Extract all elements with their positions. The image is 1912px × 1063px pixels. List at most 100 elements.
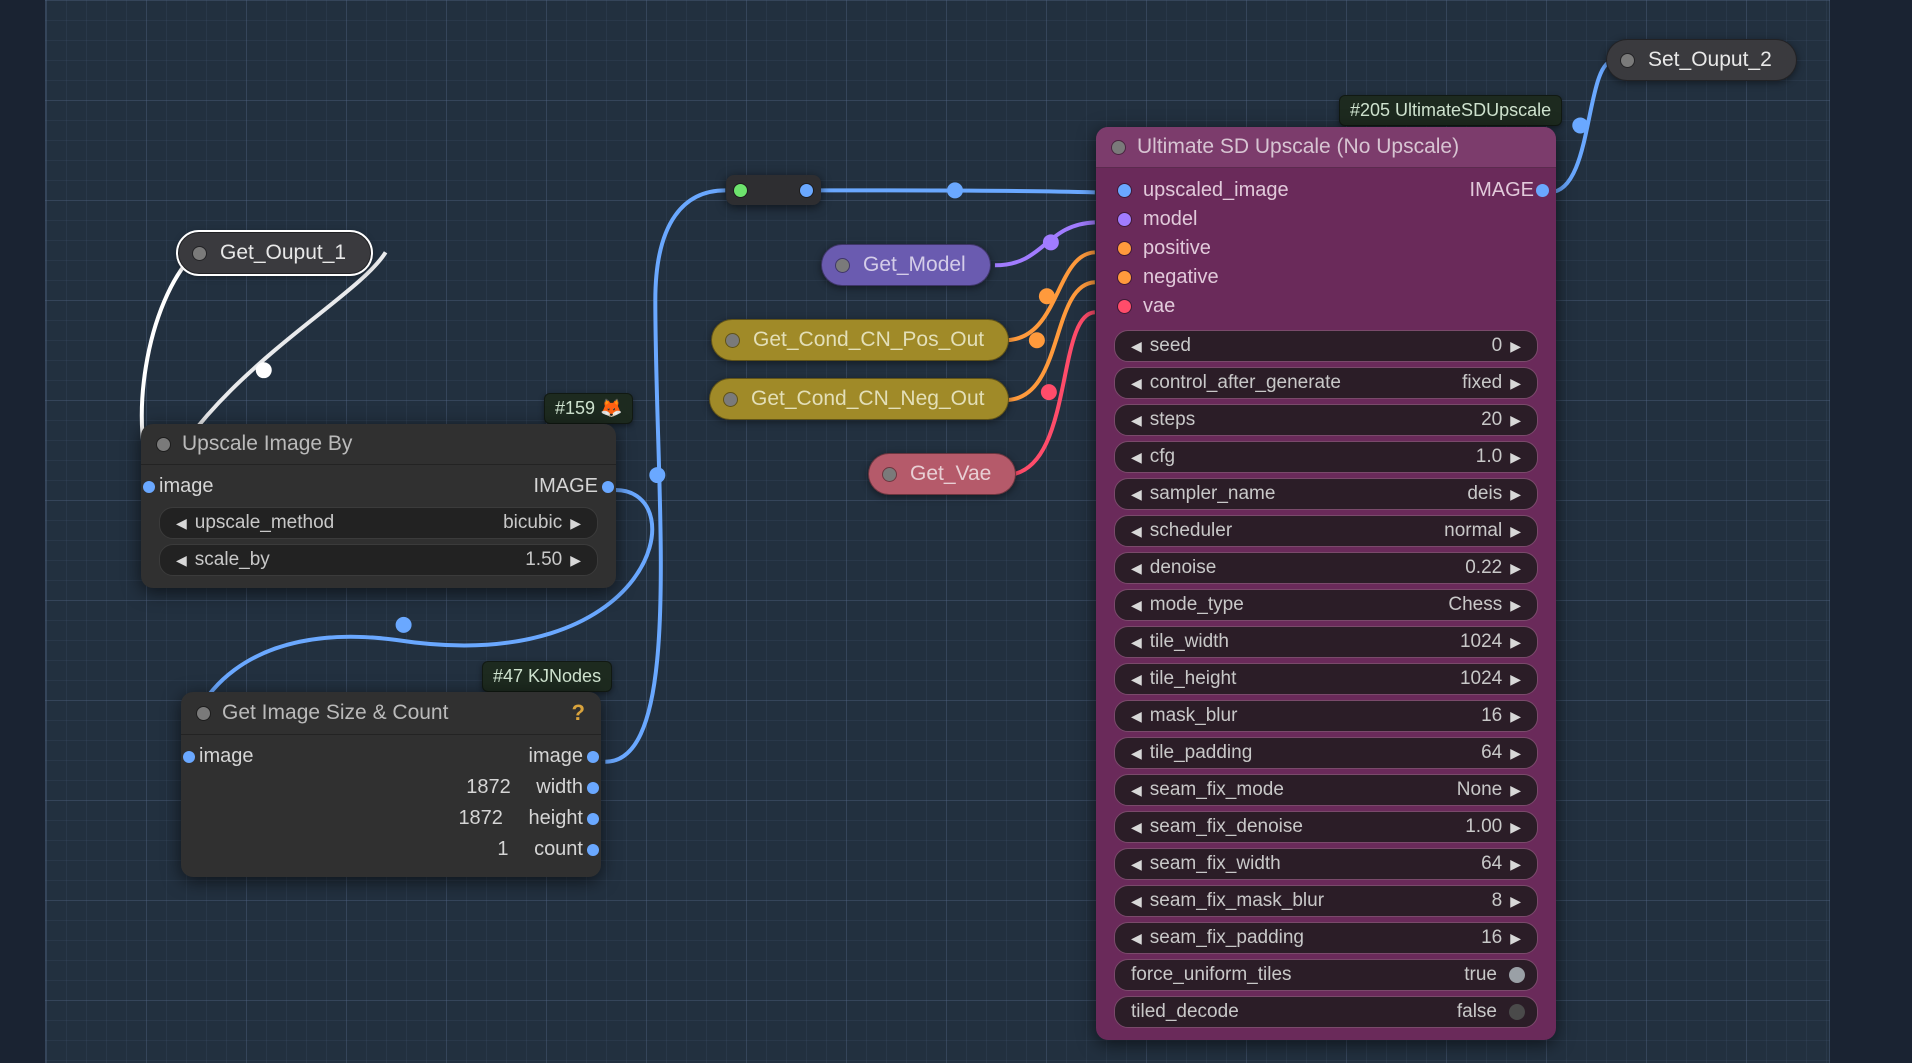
widget-value: 1.50 <box>270 549 562 571</box>
arrow-right-icon[interactable]: ▶ <box>1506 412 1525 429</box>
port-icon[interactable] <box>1118 271 1131 284</box>
node-get-image-size[interactable]: Get Image Size & Count ? image image 187… <box>181 692 601 877</box>
node-title-row[interactable]: Ultimate SD Upscale (No Upscale) <box>1096 127 1556 168</box>
widget-seam-fix-denoise[interactable]: ◀seam_fix_denoise1.00▶ <box>1114 811 1538 843</box>
arrow-left-icon[interactable]: ◀ <box>1127 930 1146 947</box>
output-port-icon[interactable] <box>587 751 599 763</box>
widget-steps[interactable]: ◀steps20▶ <box>1114 404 1538 436</box>
widget-denoise[interactable]: ◀denoise0.22▶ <box>1114 552 1538 584</box>
pill-set-output-2[interactable]: Set_Ouput_2 <box>1606 39 1797 81</box>
arrow-right-icon[interactable]: ▶ <box>1506 819 1525 836</box>
widget-seam-fix-width[interactable]: ◀seam_fix_width64▶ <box>1114 848 1538 880</box>
arrow-left-icon[interactable]: ◀ <box>1127 634 1146 651</box>
arrow-left-icon[interactable]: ◀ <box>1127 412 1146 429</box>
arrow-right-icon[interactable]: ▶ <box>1506 523 1525 540</box>
port-icon[interactable] <box>1118 213 1131 226</box>
widget-tile-padding[interactable]: ◀tile_padding64▶ <box>1114 737 1538 769</box>
pill-get-cond-neg[interactable]: Get_Cond_CN_Neg_Out <box>709 378 1009 420</box>
widget-value: false <box>1239 1001 1497 1023</box>
arrow-left-icon[interactable]: ◀ <box>1127 375 1146 392</box>
widget-seam-fix-padding[interactable]: ◀seam_fix_padding16▶ <box>1114 922 1538 954</box>
toggle-icon[interactable] <box>1509 967 1525 983</box>
arrow-left-icon[interactable]: ◀ <box>1127 671 1146 688</box>
pill-get-output-1[interactable]: Get_Ouput_1 <box>178 232 371 274</box>
arrow-right-icon[interactable]: ▶ <box>1506 597 1525 614</box>
arrow-right-icon[interactable]: ▶ <box>566 515 585 532</box>
arrow-right-icon[interactable]: ▶ <box>1506 856 1525 873</box>
arrow-right-icon[interactable]: ▶ <box>1506 560 1525 577</box>
widget-label: tile_width <box>1150 631 1229 653</box>
port-icon[interactable] <box>1118 300 1131 313</box>
node-title-row[interactable]: Upscale Image By <box>141 424 616 465</box>
help-icon[interactable]: ? <box>572 700 585 726</box>
arrow-left-icon[interactable]: ◀ <box>1127 708 1146 725</box>
arrow-right-icon[interactable]: ▶ <box>1506 708 1525 725</box>
pill-get-vae[interactable]: Get_Vae <box>868 453 1016 495</box>
arrow-left-icon[interactable]: ◀ <box>1127 819 1146 836</box>
widget-control-after-generate[interactable]: ◀control_after_generatefixed▶ <box>1114 367 1538 399</box>
arrow-left-icon[interactable]: ◀ <box>1127 782 1146 799</box>
arrow-left-icon[interactable]: ◀ <box>1127 486 1146 503</box>
arrow-left-icon[interactable]: ◀ <box>1127 449 1146 466</box>
input-port-icon[interactable] <box>183 751 195 763</box>
widget-force-uniform-tiles[interactable]: force_uniform_tilestrue <box>1114 959 1538 991</box>
arrow-left-icon[interactable]: ◀ <box>1127 893 1146 910</box>
widget-seam-fix-mode[interactable]: ◀seam_fix_modeNone▶ <box>1114 774 1538 806</box>
toggle-icon[interactable] <box>1509 1004 1525 1020</box>
node-upscale-image-by[interactable]: Upscale Image By image IMAGE ◀ upscale_m… <box>141 424 616 588</box>
pill-get-cond-pos[interactable]: Get_Cond_CN_Pos_Out <box>711 319 1009 361</box>
pill-get-model[interactable]: Get_Model <box>821 244 991 286</box>
arrow-right-icon[interactable]: ▶ <box>1506 893 1525 910</box>
port-icon[interactable] <box>1118 184 1131 197</box>
node-ultimate-sd-upscale[interactable]: Ultimate SD Upscale (No Upscale) upscale… <box>1096 127 1556 1040</box>
arrow-left-icon[interactable]: ◀ <box>1127 856 1146 873</box>
widget-value: 8 <box>1324 890 1502 912</box>
arrow-left-icon[interactable]: ◀ <box>172 552 191 569</box>
widget-sampler-name[interactable]: ◀sampler_namedeis▶ <box>1114 478 1538 510</box>
arrow-left-icon[interactable]: ◀ <box>172 515 191 532</box>
arrow-right-icon[interactable]: ▶ <box>1506 449 1525 466</box>
arrow-right-icon[interactable]: ▶ <box>1506 745 1525 762</box>
arrow-right-icon[interactable]: ▶ <box>566 552 585 569</box>
widget-seam-fix-mask-blur[interactable]: ◀seam_fix_mask_blur8▶ <box>1114 885 1538 917</box>
widget-seed[interactable]: ◀seed0▶ <box>1114 330 1538 362</box>
badge-text: #159 🦊 <box>555 398 622 419</box>
collapse-icon[interactable] <box>197 707 210 720</box>
widget-upscale-method[interactable]: ◀ upscale_method bicubic ▶ <box>159 507 598 539</box>
reroute-node[interactable] <box>726 175 821 205</box>
widget-mode-type[interactable]: ◀mode_typeChess▶ <box>1114 589 1538 621</box>
input-port-icon[interactable] <box>143 481 155 493</box>
arrow-right-icon[interactable]: ▶ <box>1506 486 1525 503</box>
widget-cfg[interactable]: ◀cfg1.0▶ <box>1114 441 1538 473</box>
widget-tile-width[interactable]: ◀tile_width1024▶ <box>1114 626 1538 658</box>
arrow-left-icon[interactable]: ◀ <box>1127 597 1146 614</box>
collapse-icon[interactable] <box>1112 141 1125 154</box>
widget-tile-height[interactable]: ◀tile_height1024▶ <box>1114 663 1538 695</box>
arrow-left-icon[interactable]: ◀ <box>1127 745 1146 762</box>
arrow-right-icon[interactable]: ▶ <box>1506 634 1525 651</box>
arrow-right-icon[interactable]: ▶ <box>1506 671 1525 688</box>
output-port-icon[interactable] <box>602 481 614 493</box>
collapse-icon[interactable] <box>157 438 170 451</box>
node-title-row[interactable]: Get Image Size & Count ? <box>181 692 601 735</box>
arrow-left-icon[interactable]: ◀ <box>1127 523 1146 540</box>
widget-mask-blur[interactable]: ◀mask_blur16▶ <box>1114 700 1538 732</box>
arrow-right-icon[interactable]: ▶ <box>1506 338 1525 355</box>
arrow-left-icon[interactable]: ◀ <box>1127 560 1146 577</box>
widget-tiled-decode[interactable]: tiled_decodefalse <box>1114 996 1538 1028</box>
widget-value: 1.0 <box>1175 446 1502 468</box>
arrow-right-icon[interactable]: ▶ <box>1506 375 1525 392</box>
output-port-icon[interactable] <box>587 782 599 794</box>
output-port-icon[interactable] <box>1536 184 1549 197</box>
input-model: model <box>1143 208 1197 231</box>
arrow-right-icon[interactable]: ▶ <box>1506 782 1525 799</box>
arrow-left-icon[interactable]: ◀ <box>1127 338 1146 355</box>
output-port-icon[interactable] <box>587 844 599 856</box>
port-icon[interactable] <box>1118 242 1131 255</box>
output-port-icon[interactable] <box>587 813 599 825</box>
arrow-right-icon[interactable]: ▶ <box>1506 930 1525 947</box>
widget-label: cfg <box>1150 446 1175 468</box>
widget-label: seam_fix_mask_blur <box>1150 890 1324 912</box>
widget-scheduler[interactable]: ◀schedulernormal▶ <box>1114 515 1538 547</box>
widget-scale-by[interactable]: ◀ scale_by 1.50 ▶ <box>159 544 598 576</box>
